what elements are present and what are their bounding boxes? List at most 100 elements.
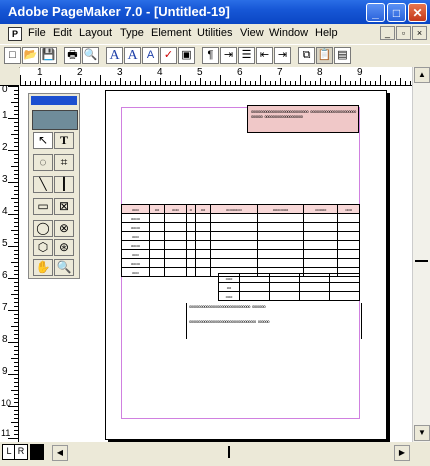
horizontal-scroll-thumb[interactable] (228, 446, 230, 458)
new-icon[interactable]: □ (4, 47, 21, 64)
data-table[interactable]: ooo oo ooo o oo ooooooo ooooooo ooooo oo… (121, 204, 360, 277)
menu-file[interactable]: File (28, 27, 46, 39)
table-row: ooo (218, 291, 360, 301)
toolbar: □ 📂 💾 🖶 🔍 A A A ✓ ▣ ¶ ⇥ ☰ ⇤ ⇥ ⧉ 📋 ▤ (0, 44, 430, 68)
crop-tool-icon[interactable]: ⌗ (54, 154, 74, 171)
footer-text-block[interactable]: oooooooooooooooooooooooooooooooo ooooooo… (186, 303, 362, 339)
sub-table[interactable]: ooo oo ooo (218, 273, 360, 301)
header-text-block[interactable]: oooooooooooooooooooooooooooooo ooooooooo… (247, 105, 359, 133)
menu-window[interactable]: Window (269, 27, 308, 39)
line-tool-icon[interactable]: ╲ (33, 176, 53, 193)
print-icon[interactable]: 🖶 (64, 47, 81, 64)
ruler-number: 8 (2, 334, 8, 345)
footer-line-1: oooooooooooooooooooooooooooooooo ooooooo (189, 304, 266, 309)
menu-edit[interactable]: Edit (53, 27, 72, 39)
horizontal-ruler[interactable]: 1 2 3 4 5 6 7 8 9 (20, 67, 412, 86)
paste-icon[interactable]: 📋 (316, 47, 333, 64)
ruler-number: 5 (2, 238, 8, 249)
zoom-tool-icon[interactable]: 🔍 (54, 259, 74, 276)
document-page[interactable]: oooooooooooooooooooooooooooooo ooooooooo… (105, 90, 387, 440)
maximize-button[interactable]: □ (387, 3, 406, 22)
ruler-number: 4 (157, 67, 163, 78)
table-header-cell: ooooooo (210, 204, 258, 214)
header-placeholder-text: oooooooooooooooooooooooooooooo ooooooooo… (251, 109, 356, 119)
ruler-number: 9 (357, 67, 363, 78)
menu-element[interactable]: Element (151, 27, 191, 39)
row-label: ooo (218, 291, 240, 301)
ruler-number: 8 (317, 67, 323, 78)
constrained-line-tool-icon[interactable]: ┃ (54, 176, 74, 193)
window-title: Adobe PageMaker 7.0 - [Untitled-19] (8, 4, 230, 19)
vertical-ruler[interactable]: 0 1 2 3 4 5 6 7 8 9 10 11 (0, 86, 19, 442)
title-bar: Adobe PageMaker 7.0 - [Untitled-19] _ □ … (0, 0, 430, 24)
rotate-tool-icon[interactable]: ◌ (33, 154, 53, 171)
ellipse-tool-icon[interactable]: ◯ (33, 220, 53, 237)
document-minimize-button[interactable]: _ (380, 26, 395, 40)
font-size-decrease-icon[interactable]: A (142, 47, 159, 64)
table-header-cell: ooo (337, 204, 360, 214)
menu-utilities[interactable]: Utilities (197, 27, 232, 39)
document-restore-button[interactable]: ▫ (396, 26, 411, 40)
font-size-increase-icon[interactable]: A (124, 47, 141, 64)
footer-line-2: ooooooooooooooooooooooooooooooooooo oooo… (189, 319, 270, 324)
ruler-number: 1 (2, 110, 8, 121)
rectangle-tool-icon[interactable]: ▭ (33, 198, 53, 215)
row-label: ooo (121, 267, 150, 277)
ellipse-frame-tool-icon[interactable]: ⊗ (54, 220, 74, 237)
table-header-cell: ooo (164, 204, 187, 214)
menu-type[interactable]: Type (120, 27, 144, 39)
ruler-number: 7 (2, 302, 8, 313)
minimize-button[interactable]: _ (366, 3, 385, 22)
scroll-right-arrow-icon[interactable]: ▶ (394, 445, 410, 461)
document-close-button[interactable]: × (412, 26, 427, 40)
polygon-tool-icon[interactable]: ⬡ (33, 239, 53, 256)
scroll-up-arrow-icon[interactable]: ▲ (414, 67, 430, 83)
scroll-thumb[interactable] (415, 260, 428, 262)
scroll-left-arrow-icon[interactable]: ◀ (52, 445, 68, 461)
vertical-scrollbar[interactable]: ▲ ▼ (412, 67, 430, 442)
frame-options-icon[interactable]: ▣ (178, 47, 195, 64)
row-label: oooo (121, 213, 150, 223)
save-icon[interactable]: 💾 (40, 47, 57, 64)
menu-layout[interactable]: Layout (79, 27, 112, 39)
text-tool-icon[interactable]: T (54, 132, 74, 149)
polygon-frame-tool-icon[interactable]: ⊛ (54, 239, 74, 256)
bullets-icon[interactable]: ☰ (238, 47, 255, 64)
outdent-icon[interactable]: ⇤ (256, 47, 273, 64)
copy-icon[interactable]: ⧉ (298, 47, 315, 64)
document-system-icon[interactable]: P (8, 27, 22, 41)
page-icon[interactable]: ▤ (334, 47, 351, 64)
ruler-number: 3 (117, 67, 123, 78)
table-row: oooo (121, 222, 360, 232)
pilcrow-icon[interactable]: ¶ (202, 47, 219, 64)
menu-view[interactable]: View (240, 27, 264, 39)
character-format-icon[interactable]: A (106, 47, 123, 64)
indent-icon[interactable]: ⇥ (220, 47, 237, 64)
row-label: oooo (121, 240, 150, 250)
toolbox-preview-thumbnail (32, 110, 78, 130)
spell-check-icon[interactable]: ✓ (160, 47, 177, 64)
scroll-down-arrow-icon[interactable]: ▼ (414, 425, 430, 441)
hand-tool-icon[interactable]: ✋ (33, 259, 53, 276)
ruler-corner[interactable] (0, 67, 19, 86)
table-header-cell: o (185, 204, 196, 214)
table-row: oooo (121, 240, 360, 250)
close-button[interactable]: ✕ (408, 3, 427, 22)
vertical-ruler-ticks (8, 86, 18, 439)
menu-help[interactable]: Help (315, 27, 338, 39)
ruler-number: 7 (277, 67, 283, 78)
toolbox-palette[interactable]: ↖ T ◌ ⌗ ╲ ┃ ▭ ⊠ ◯ ⊗ ⬡ ⊛ ✋ 🔍 (28, 93, 80, 279)
increase-indent-icon[interactable]: ⇥ (274, 47, 291, 64)
master-page-right-icon[interactable]: R (14, 444, 28, 460)
page-1-icon[interactable] (30, 444, 44, 460)
ruler-number: 0 (2, 86, 8, 95)
find-icon[interactable]: 🔍 (82, 47, 99, 64)
open-icon[interactable]: 📂 (22, 47, 39, 64)
toolbox-titlebar[interactable] (31, 96, 77, 105)
ruler-number: 5 (197, 67, 203, 78)
ruler-number: 6 (237, 67, 243, 78)
ruler-number: 10 (1, 398, 12, 408)
pointer-tool-icon[interactable]: ↖ (33, 132, 53, 149)
table-header-row: ooo oo ooo o oo ooooooo ooooooo ooooo oo… (121, 204, 360, 214)
rectangle-frame-tool-icon[interactable]: ⊠ (54, 198, 74, 215)
